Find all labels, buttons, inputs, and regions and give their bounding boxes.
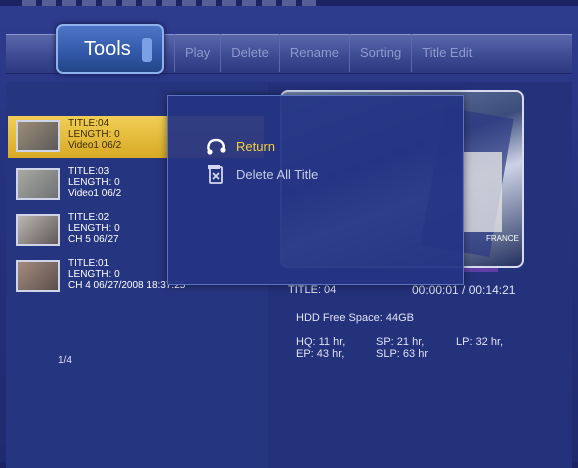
title-thumbnail [16, 168, 60, 200]
tab-rename[interactable]: Rename [278, 34, 349, 72]
tab-delete[interactable]: Delete [220, 34, 279, 72]
menu-tabs: Play Delete Rename Sorting Title Edit [174, 34, 482, 72]
rate-sp: SP: 21 hr, [376, 336, 425, 348]
selected-title-label: TITLE: 04 [288, 284, 337, 296]
tab-play[interactable]: Play [174, 34, 220, 72]
top-dashes [22, 0, 322, 6]
menu-item-label: Return [236, 138, 276, 154]
menu-item-return[interactable]: Return [204, 134, 275, 158]
tab-indicator [142, 38, 152, 62]
tab-title-edit[interactable]: Title Edit [411, 34, 482, 72]
title-item-text: TITLE:04 LENGTH: 0 Video1 06/2 [68, 118, 122, 151]
menu-item-label: Delete All Title [236, 166, 319, 182]
tab-tools[interactable]: Tools [56, 24, 164, 74]
title-thumbnail [16, 260, 60, 292]
title-thumbnail [16, 214, 60, 246]
rate-ep: EP: 43 hr, [296, 348, 345, 360]
preview-caption: FRANCE [486, 234, 519, 243]
return-icon [207, 138, 226, 155]
rate-slp: SLP: 63 hr [376, 348, 428, 360]
title-item-text: TITLE:02 LENGTH: 0 CH 5 06/27 [68, 212, 120, 245]
tab-sorting[interactable]: Sorting [349, 34, 411, 72]
page-indicator: 1/4 [58, 355, 72, 366]
playback-time: 00:00:01 / 00:14:21 [412, 283, 516, 297]
hdd-free-space: HDD Free Space: 44GB [296, 312, 414, 324]
tools-popup-menu: Return Delete All Title [167, 95, 464, 285]
tab-tools-label: Tools [84, 37, 131, 60]
recording-rates: HQ: 11 hr, SP: 21 hr, LP: 32 hr, EP: 43 hr… [296, 336, 503, 360]
title-item-text: TITLE:03 LENGTH: 0 Video1 06/2 [68, 166, 122, 199]
menu-item-delete-all-title[interactable]: Delete All Title [204, 162, 318, 186]
rate-hq: HQ: 11 hr, [296, 336, 346, 348]
tv-screen: Tools Play Delete Rename Sorting Title E… [0, 0, 578, 468]
rate-lp: LP: 32 hr, [456, 336, 504, 348]
title-thumbnail [16, 120, 60, 152]
delete-all-icon [208, 165, 223, 184]
